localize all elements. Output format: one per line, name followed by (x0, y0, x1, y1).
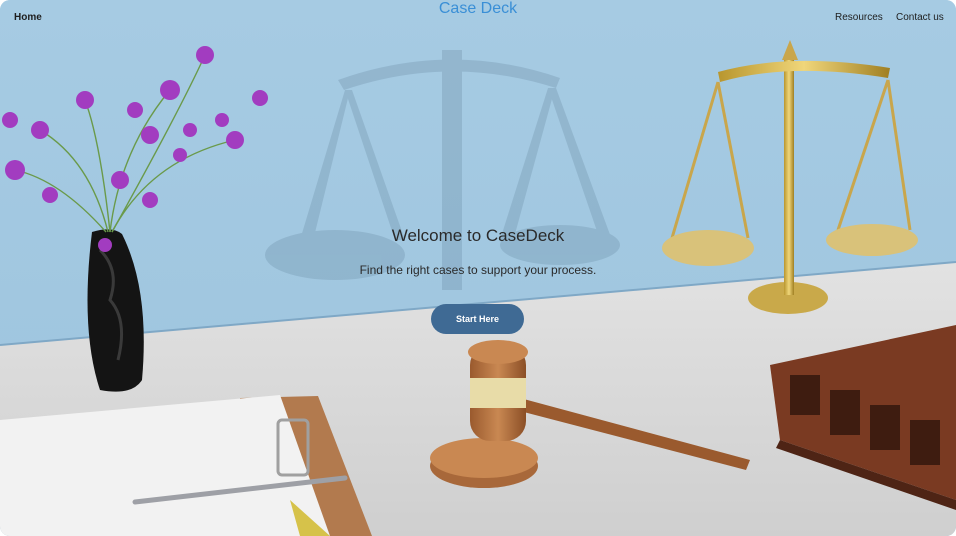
hero-subtitle: Find the right cases to support your pro… (359, 263, 597, 277)
nav-contact-link[interactable]: Contact us (896, 12, 944, 23)
nav-home-link[interactable]: Home (14, 12, 42, 23)
top-nav: Home Case Deck Resources Contact us (0, 0, 956, 36)
start-here-button[interactable]: Start Here (431, 304, 524, 334)
hero-title: Welcome to CaseDeck (391, 226, 565, 245)
clipboard (0, 395, 372, 536)
nav-resources-link[interactable]: Resources (835, 12, 883, 23)
landing-page: Home Case Deck Resources Contact us Welc… (0, 0, 956, 536)
brand-link[interactable]: Case Deck (439, 0, 517, 17)
brand-container: Case Deck (0, 0, 956, 18)
